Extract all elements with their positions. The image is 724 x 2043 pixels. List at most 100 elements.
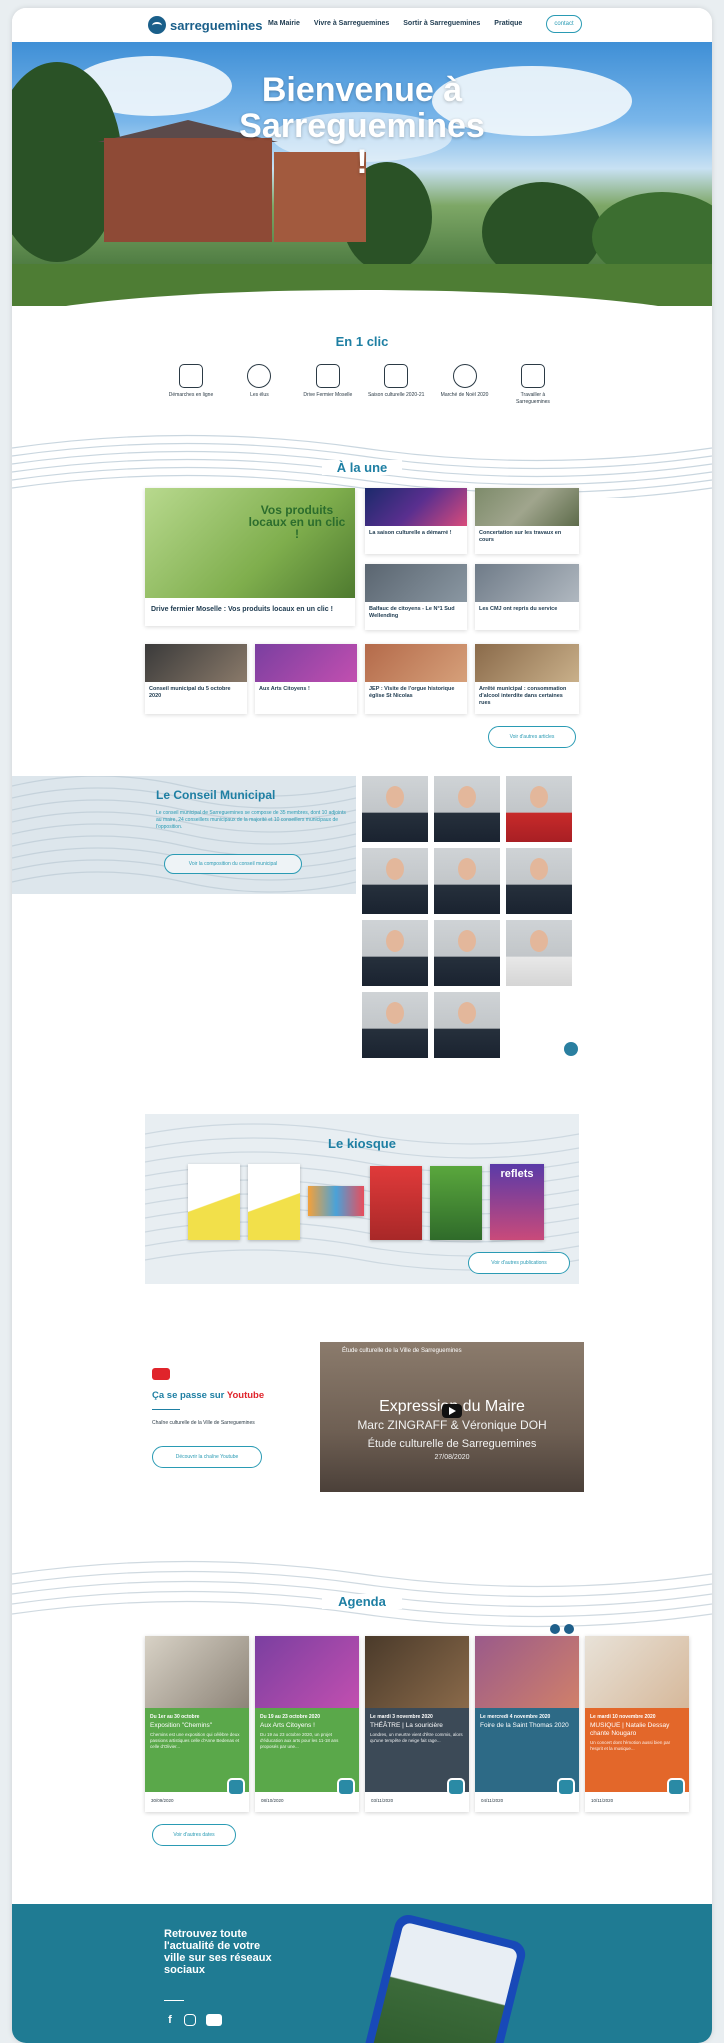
scroll-dot-button[interactable] xyxy=(564,1042,578,1056)
agenda-footer-date: 08/10/2020 xyxy=(261,1798,284,1803)
agenda-event-title: MUSIQUE | Natalie Dessay chante Nougaro xyxy=(590,1722,670,1737)
video-player[interactable]: Étude culturelle de la Ville de Sarregue… xyxy=(320,1342,584,1492)
council-photo[interactable] xyxy=(434,992,500,1058)
council-photo[interactable] xyxy=(506,776,572,842)
news-image xyxy=(255,644,357,682)
more-articles-button[interactable]: Voir d'autres articles xyxy=(488,726,576,748)
magazine-cover[interactable] xyxy=(370,1166,422,1240)
menu-item-ma-mairie[interactable]: Ma Mairie xyxy=(268,20,300,27)
agenda-card[interactable]: Du 19 au 23 octobre 2020 Aux Arts Citoye… xyxy=(255,1636,359,1812)
face xyxy=(530,786,548,808)
news-card[interactable]: Arrêté municipal : consommation d'alcool… xyxy=(475,644,579,714)
hero-title: Bienvenue à Sarreguemines ! xyxy=(239,71,485,181)
news-image xyxy=(475,644,579,682)
quick-link-travailler[interactable]: Travailler à Sarreguemines xyxy=(504,364,562,406)
news-image xyxy=(145,644,247,682)
agenda-card[interactable]: Du 1er au 30 octobre Exposition "Chemins… xyxy=(145,1636,249,1812)
people-icon xyxy=(247,364,272,388)
agenda-next-button[interactable] xyxy=(564,1624,574,1634)
main-menu: Ma Mairie Vivre à Sarreguemines Sortir à… xyxy=(268,20,536,27)
news-image xyxy=(365,564,467,602)
council-photo[interactable] xyxy=(434,776,500,842)
face xyxy=(458,786,476,808)
quick-link-noel[interactable]: Marché de Noël 2020 xyxy=(436,364,494,406)
conseil-button[interactable]: Voir la composition du conseil municipal xyxy=(164,854,302,874)
agenda-card[interactable]: Le mardi 10 novembre 2020 MUSIQUE | Nata… xyxy=(585,1636,689,1812)
agenda-title: Agenda xyxy=(322,1594,402,1609)
menu-item-pratique[interactable]: Pratique xyxy=(494,20,522,27)
news-image: Vos produits locaux en un clic ! xyxy=(145,488,355,598)
agenda-date: Du 1er au 30 octobre xyxy=(150,1714,200,1720)
agenda-image xyxy=(585,1636,689,1708)
face xyxy=(458,858,476,880)
council-photo[interactable] xyxy=(506,920,572,986)
face xyxy=(386,1002,404,1024)
video-date: 27/08/2020 xyxy=(434,1454,470,1461)
hero-banner: Bienvenue à Sarreguemines ! xyxy=(12,42,712,306)
quick-link-demarches[interactable]: Démarches en ligne xyxy=(162,364,220,406)
youtube-brand: Youtube xyxy=(226,1390,265,1401)
news-caption: Arrêté municipal : consommation d'alcool… xyxy=(479,686,567,706)
quick-link-saison[interactable]: Saison culturelle 2020-21 xyxy=(367,364,425,406)
menu-item-vivre[interactable]: Vivre à Sarreguemines xyxy=(314,20,389,27)
magazine-cover[interactable] xyxy=(248,1164,300,1240)
youtube-channel[interactable]: Chaîne culturelle de la Ville de Sarregu… xyxy=(152,1420,255,1426)
news-image xyxy=(365,488,467,526)
agenda-event-title: Exposition "Chemins" xyxy=(150,1722,213,1729)
agenda-description: Chemins est une exposition qui célèbre d… xyxy=(150,1732,240,1749)
news-card[interactable]: Conseil municipal du 5 octobre 2020 xyxy=(145,644,247,714)
magazine-cover[interactable] xyxy=(188,1164,240,1240)
santa-icon xyxy=(452,364,477,388)
council-photo[interactable] xyxy=(362,920,428,986)
agenda-event-title: THÉÂTRE | La souricière xyxy=(370,1722,443,1729)
agenda-prev-button[interactable] xyxy=(550,1624,560,1634)
news-card[interactable]: Aux Arts Citoyens ! xyxy=(255,644,357,714)
agenda-description: Du 19 au 23 octobre 2020, un projet d'éd… xyxy=(260,1732,339,1749)
youtube-icon xyxy=(152,1368,170,1380)
instagram-icon[interactable] xyxy=(184,2014,196,2026)
quick-link-label: Démarches en ligne xyxy=(168,392,214,398)
news-featured[interactable]: Vos produits locaux en un clic ! Drive f… xyxy=(145,488,355,626)
agenda-card[interactable]: Le mardi 3 novembre 2020 THÉÂTRE | La so… xyxy=(365,1636,469,1812)
facebook-icon[interactable]: f xyxy=(164,2014,176,2026)
kiosque-button[interactable]: Voir d'autres publications xyxy=(468,1252,570,1274)
divider xyxy=(152,1409,180,1410)
contact-button[interactable]: contact xyxy=(546,15,582,33)
quick-link-label: Travailler à Sarreguemines xyxy=(516,392,550,405)
agenda-more-button[interactable]: Voir d'autres dates xyxy=(152,1824,236,1846)
footer: Retrouvez toute l'actualité de votre vil… xyxy=(12,1904,712,2043)
quick-link-elus[interactable]: Les élus xyxy=(230,364,288,406)
council-photo[interactable] xyxy=(362,992,428,1058)
kiosque-title: Le kiosque xyxy=(328,1136,396,1151)
council-photo[interactable] xyxy=(506,848,572,914)
play-icon[interactable] xyxy=(442,1404,462,1418)
agenda-image xyxy=(475,1636,579,1708)
news-card[interactable]: Concertation sur les travaux en cours xyxy=(475,488,579,554)
news-card[interactable]: JEP : Visite de l'orgue historique églis… xyxy=(365,644,467,714)
news-card[interactable]: La saison culturelle a démarré ! xyxy=(365,488,467,554)
magazine-cover[interactable] xyxy=(308,1186,364,1216)
magazine-cover[interactable]: reflets xyxy=(490,1164,544,1240)
council-photo[interactable] xyxy=(434,848,500,914)
menu-item-sortir[interactable]: Sortir à Sarreguemines xyxy=(403,20,480,27)
face xyxy=(386,930,404,952)
agenda-image xyxy=(365,1636,469,1708)
magazine-title: reflets xyxy=(500,1168,534,1180)
site-logo[interactable]: sarreguemines xyxy=(148,16,263,34)
quick-link-drive[interactable]: Drive Fermier Moselle xyxy=(299,364,357,406)
agenda-date: Le mercredi 4 novembre 2020 xyxy=(480,1714,551,1720)
youtube-button[interactable]: Découvrir la chaîne Youtube xyxy=(152,1446,262,1468)
news-card[interactable]: Les CMJ ont repris du service xyxy=(475,564,579,630)
council-photo[interactable] xyxy=(362,848,428,914)
clic-title: En 1 clic xyxy=(335,334,389,349)
face xyxy=(458,930,476,952)
agenda-card[interactable]: Le mercredi 4 novembre 2020 Foire de la … xyxy=(475,1636,579,1812)
youtube-icon[interactable] xyxy=(206,2014,222,2026)
conseil-text: Le conseil municipal de Sarreguemines se… xyxy=(156,810,346,830)
council-photo[interactable] xyxy=(362,776,428,842)
council-photo[interactable] xyxy=(434,920,500,986)
news-card[interactable]: Balfauc de citoyens - Le N°1 Sud Wellend… xyxy=(365,564,467,630)
top-navigation: sarreguemines Ma Mairie Vivre à Sarregue… xyxy=(12,8,712,42)
agenda-image xyxy=(255,1636,359,1708)
magazine-cover[interactable] xyxy=(430,1166,482,1240)
